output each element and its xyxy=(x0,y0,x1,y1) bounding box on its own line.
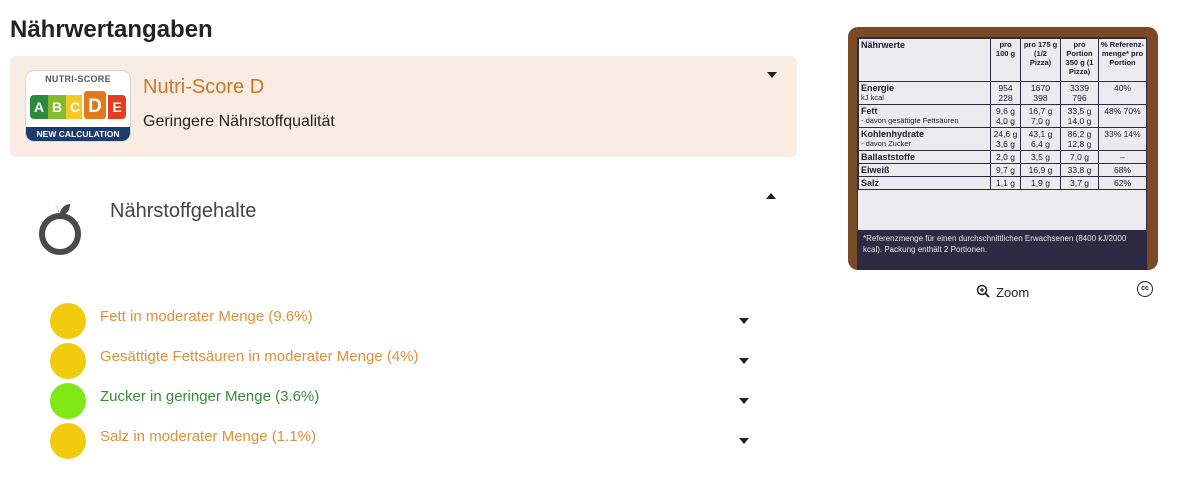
nutriscore-letter-e: E xyxy=(108,95,126,119)
nutrition-table-row: Energie kJ kcal 954 228 1670 398 3339 796 40% xyxy=(858,81,1147,105)
nutrient-level-label: Zucker in geringer Menge (3.6%) xyxy=(100,388,320,405)
nutrient-value-cell: 1,1 g xyxy=(990,176,1021,190)
nutrient-value-cell: 954 228 xyxy=(990,81,1021,105)
level-dot-icon xyxy=(50,423,86,459)
nutrient-value-cell: 1670 398 xyxy=(1020,81,1061,105)
nutrient-value-cell: 2,0 g xyxy=(990,150,1021,164)
nutrient-value-cell: 9,6 g 4,0 g xyxy=(990,104,1021,128)
chevron-down-icon[interactable] xyxy=(739,398,749,404)
nutrient-value-cell: 3339 796 xyxy=(1060,81,1099,105)
zoom-label: Zoom xyxy=(996,285,1030,300)
nutriscore-panel[interactable]: NUTRI-SCORE A B C D E NEW CALCULATION Nu… xyxy=(10,56,797,157)
nutrient-name-cell: Energie kJ kcal xyxy=(858,81,991,105)
nutrient-name-cell: Fett - davon gesättigte Fettsäuren xyxy=(858,104,991,128)
nutrient-value-cell: 40% xyxy=(1098,81,1147,105)
nutrition-table-row: Kohlenhydrate - davon Zucker 24,6 g 3,6 g4… xyxy=(858,127,1147,151)
nutrient-value-cell: 1,9 g xyxy=(1020,176,1061,190)
nutrient-level-item[interactable]: Zucker in geringer Menge (3.6%) xyxy=(50,382,760,422)
header-cell: pro Portion 350 g (1 Pizza) xyxy=(1060,38,1099,82)
header-cell: pro 100 g xyxy=(990,38,1021,82)
nutrition-footnote: *Referenzmenge für einen durchschnittlic… xyxy=(857,230,1147,270)
nutrient-value-cell: 62% xyxy=(1098,176,1147,190)
nutrient-name: Eiweiß xyxy=(861,165,890,175)
nutrient-name: Ballaststoffe xyxy=(861,152,916,162)
level-dot-icon xyxy=(50,343,86,379)
chevron-up-icon[interactable] xyxy=(766,193,776,199)
nutrient-value-cell: 3,5 g xyxy=(1020,150,1061,164)
nutrient-level-item[interactable]: Fett in moderater Menge (9.6%) xyxy=(50,302,760,342)
header-cell: pro 175 g (1/2 Pizza) xyxy=(1020,38,1061,82)
nutrient-level-label: Fett in moderater Menge (9.6%) xyxy=(100,308,313,325)
nutrient-value-cell: 43,1 g 6,4 g xyxy=(1020,127,1061,151)
nutriscore-badge-title: NUTRI-SCORE xyxy=(45,74,111,84)
nutrient-value-cell: 33% 14% xyxy=(1098,127,1147,151)
nutrient-name: Energie xyxy=(861,83,895,93)
nutriscore-subtitle: Geringere Nährstoffqualität xyxy=(143,113,335,130)
nutrient-level-item[interactable]: Salz in moderater Menge (1.1%) xyxy=(50,422,760,462)
nutrition-label-photo[interactable]: Nährwerte pro 100 g pro 175 g (1/2 Pizza… xyxy=(848,27,1158,270)
nutrient-name: Fett xyxy=(861,106,878,116)
chevron-down-icon[interactable] xyxy=(739,358,749,364)
chevron-down-icon[interactable] xyxy=(739,438,749,444)
creative-commons-icon[interactable]: cc xyxy=(1137,281,1153,297)
fruit-icon xyxy=(36,196,84,258)
chevron-down-icon[interactable] xyxy=(739,318,749,324)
nutrient-sub-label: - davon Zucker xyxy=(861,139,912,148)
nutriscore-letter-d: D xyxy=(82,89,108,121)
nutrient-name: Kohlenhydrate xyxy=(861,129,925,139)
nutrient-levels-title: Nährstoffgehalte xyxy=(110,200,257,222)
nutriscore-badge-footer: NEW CALCULATION xyxy=(26,127,130,141)
chevron-down-icon[interactable] xyxy=(767,72,777,78)
page-title: Nährwertangaben xyxy=(10,16,213,43)
nutrition-table-row: Eiweiß 9,7 g 16,9 g 33,8 g 68% xyxy=(858,163,1147,177)
nutrient-value-cell: 48% 70% xyxy=(1098,104,1147,128)
nutrient-name-cell: Salz xyxy=(858,176,991,190)
nutrient-value-cell: 16,7 g 7,0 g xyxy=(1020,104,1061,128)
nutrient-value-cell: 68% xyxy=(1098,163,1147,177)
nutrient-value-cell: 24,6 g 3,6 g xyxy=(990,127,1021,151)
nutrient-level-label: Gesättigte Fettsäuren in moderater Menge… xyxy=(100,348,419,365)
zoom-in-icon xyxy=(976,284,990,301)
nutrient-name-cell: Eiweiß xyxy=(858,163,991,177)
nutriscore-title: Nutri-Score D xyxy=(143,76,265,98)
nutrient-sub-label: kJ kcal xyxy=(861,93,884,102)
nutrient-value-cell: 3,7 g xyxy=(1060,176,1099,190)
header-cell: % Referenz-menge* pro Portion xyxy=(1098,38,1147,82)
nutrient-name-cell: Kohlenhydrate - davon Zucker xyxy=(858,127,991,151)
nutrient-value-cell: 86,2 g 12,8 g xyxy=(1060,127,1099,151)
nutrient-value-cell: 16,9 g xyxy=(1020,163,1061,177)
nutriscore-letter-a: A xyxy=(30,95,48,119)
nutrient-value-cell: 33,5 g 14,0 g xyxy=(1060,104,1099,128)
nutrient-value-cell: – xyxy=(1098,150,1147,164)
nutrition-table: Nährwerte pro 100 g pro 175 g (1/2 Pizza… xyxy=(857,37,1147,258)
nutrient-sub-label: - davon gesättigte Fettsäuren xyxy=(861,116,959,125)
nutrient-value-cell: 9,7 g xyxy=(990,163,1021,177)
nutrient-level-item[interactable]: Gesättigte Fettsäuren in moderater Menge… xyxy=(50,342,760,382)
nutrient-name: Salz xyxy=(861,178,880,188)
nutrient-value-cell: 33,8 g xyxy=(1060,163,1099,177)
zoom-button[interactable]: Zoom xyxy=(976,284,1029,301)
nutrition-table-row: Ballaststoffe 2,0 g 3,5 g 7,0 g – xyxy=(858,150,1147,164)
level-dot-icon xyxy=(50,303,86,339)
nutrition-table-header: Nährwerte pro 100 g pro 175 g (1/2 Pizza… xyxy=(858,38,1147,82)
nutrition-table-row: Fett - davon gesättigte Fettsäuren 9,6 g 4… xyxy=(858,104,1147,128)
nutriscore-badge: NUTRI-SCORE A B C D E NEW CALCULATION xyxy=(26,71,130,141)
nutrition-table-row: Salz 1,1 g 1,9 g 3,7 g 62% xyxy=(858,176,1147,190)
header-cell: Nährwerte xyxy=(858,38,991,82)
nutrient-name-cell: Ballaststoffe xyxy=(858,150,991,164)
nutrient-value-cell: 7,0 g xyxy=(1060,150,1099,164)
nutriscore-letter-b: B xyxy=(48,95,66,119)
nutriscore-letters: A B C D E xyxy=(30,89,126,121)
nutrient-level-label: Salz in moderater Menge (1.1%) xyxy=(100,428,316,445)
level-dot-icon xyxy=(50,383,86,419)
